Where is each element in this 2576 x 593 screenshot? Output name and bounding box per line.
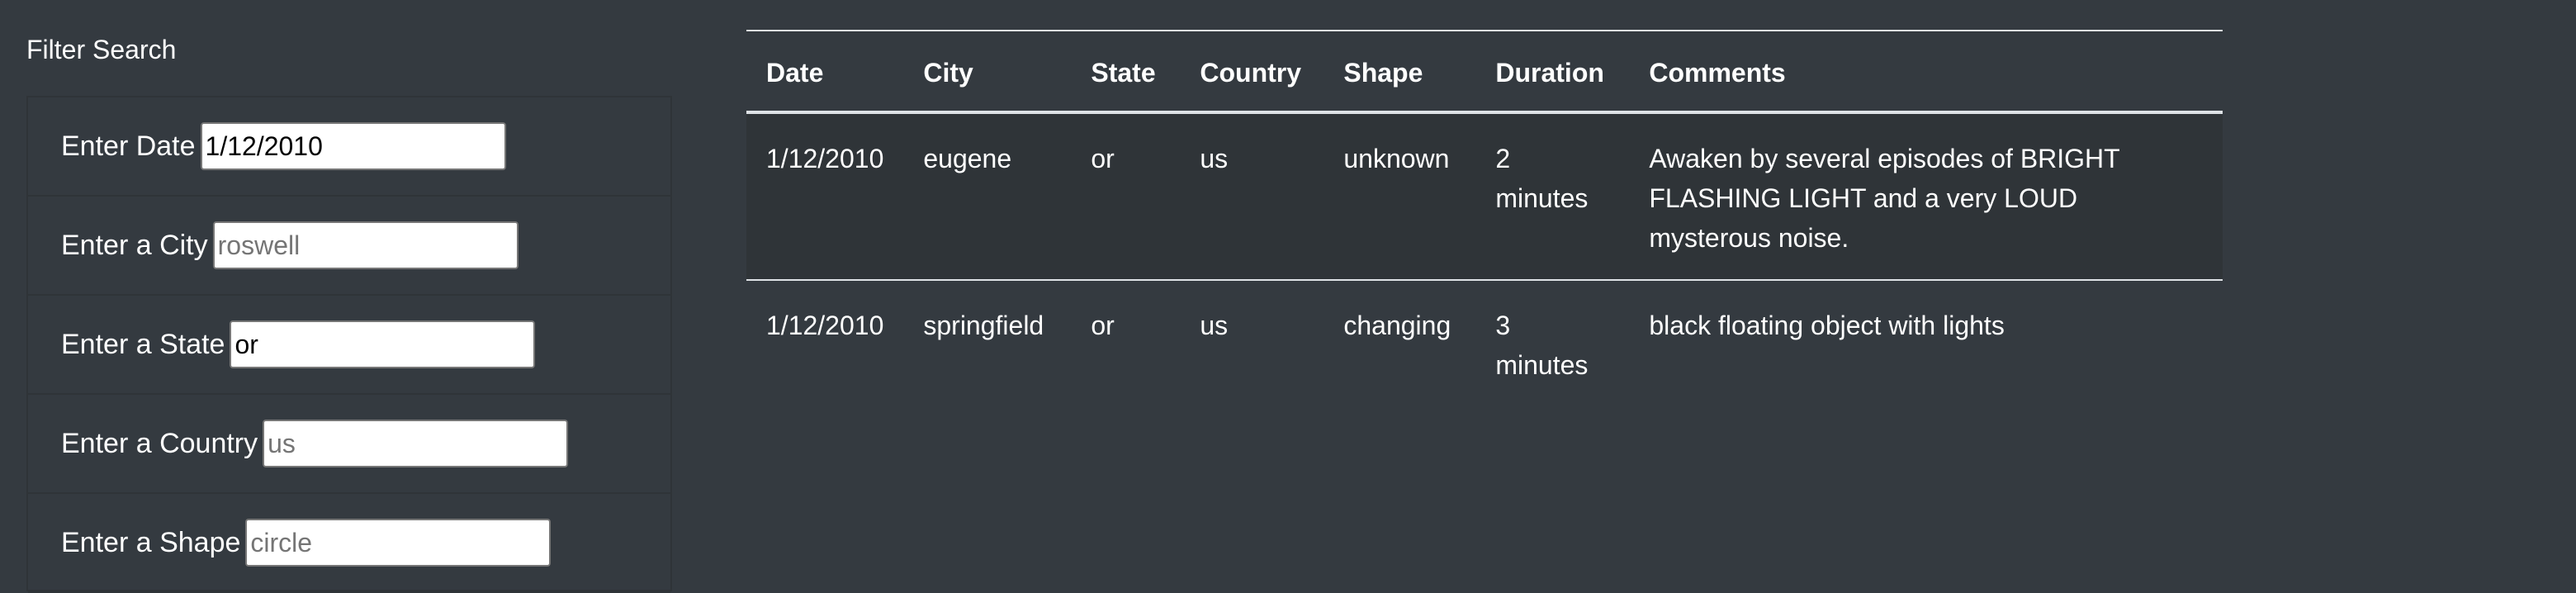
header-row: Date City State Country Shape Duration C… <box>746 31 2223 112</box>
country-input[interactable] <box>263 420 569 467</box>
cell-city: eugene <box>923 144 1012 173</box>
filter-row-state: Enter a State <box>28 296 670 395</box>
filter-row-country: Enter a Country <box>28 395 670 494</box>
cell-duration: 3 minutes <box>1495 311 1589 380</box>
filter-row-date: Enter Date <box>28 97 670 197</box>
table-row: 1/12/2010 eugene or us unknown 2 minutes… <box>746 112 2223 280</box>
results-table: Date City State Country Shape Duration C… <box>746 30 2223 406</box>
cell-comments: black floating object with lights <box>1649 311 2005 340</box>
header-state: State <box>1091 58 1156 88</box>
cell-date: 1/12/2010 <box>766 144 884 173</box>
filter-panel: Enter Date Enter a City Enter a State En… <box>26 96 672 593</box>
header-comments: Comments <box>1649 58 1786 88</box>
cell-shape: changing <box>1343 311 1451 340</box>
table-header: Date City State Country Shape Duration C… <box>746 31 2223 112</box>
filter-row-shape: Enter a Shape <box>28 494 670 593</box>
shape-label: Enter a Shape <box>61 526 241 558</box>
date-label: Enter Date <box>61 130 196 162</box>
date-input[interactable] <box>200 122 506 170</box>
cell-comments: Awaken by several episodes of BRIGHT FLA… <box>1649 144 2120 253</box>
state-label: Enter a State <box>61 328 225 360</box>
state-input[interactable] <box>230 320 536 368</box>
header-shape: Shape <box>1343 58 1423 88</box>
cell-country: us <box>1200 311 1229 340</box>
city-label: Enter a City <box>61 229 208 261</box>
filter-row-city: Enter a City <box>28 197 670 296</box>
city-input[interactable] <box>212 221 519 269</box>
cell-state: or <box>1091 311 1115 340</box>
filter-title: Filter Search <box>26 35 177 64</box>
cell-city: springfield <box>923 311 1044 340</box>
shape-input[interactable] <box>245 519 552 567</box>
cell-state: or <box>1091 144 1115 173</box>
header-country: Country <box>1200 58 1302 88</box>
country-label: Enter a Country <box>61 427 258 459</box>
header-date: Date <box>766 58 824 88</box>
header-duration: Duration <box>1495 58 1604 88</box>
table-body: 1/12/2010 eugene or us unknown 2 minutes… <box>746 112 2223 406</box>
results-table-wrap: Date City State Country Shape Duration C… <box>746 30 2223 406</box>
cell-date: 1/12/2010 <box>766 311 884 340</box>
cell-shape: unknown <box>1343 144 1450 173</box>
cell-country: us <box>1200 144 1229 173</box>
cell-duration: 2 minutes <box>1495 144 1589 213</box>
table-row: 1/12/2010 springfield or us changing 3 m… <box>746 280 2223 406</box>
header-city: City <box>923 58 973 88</box>
